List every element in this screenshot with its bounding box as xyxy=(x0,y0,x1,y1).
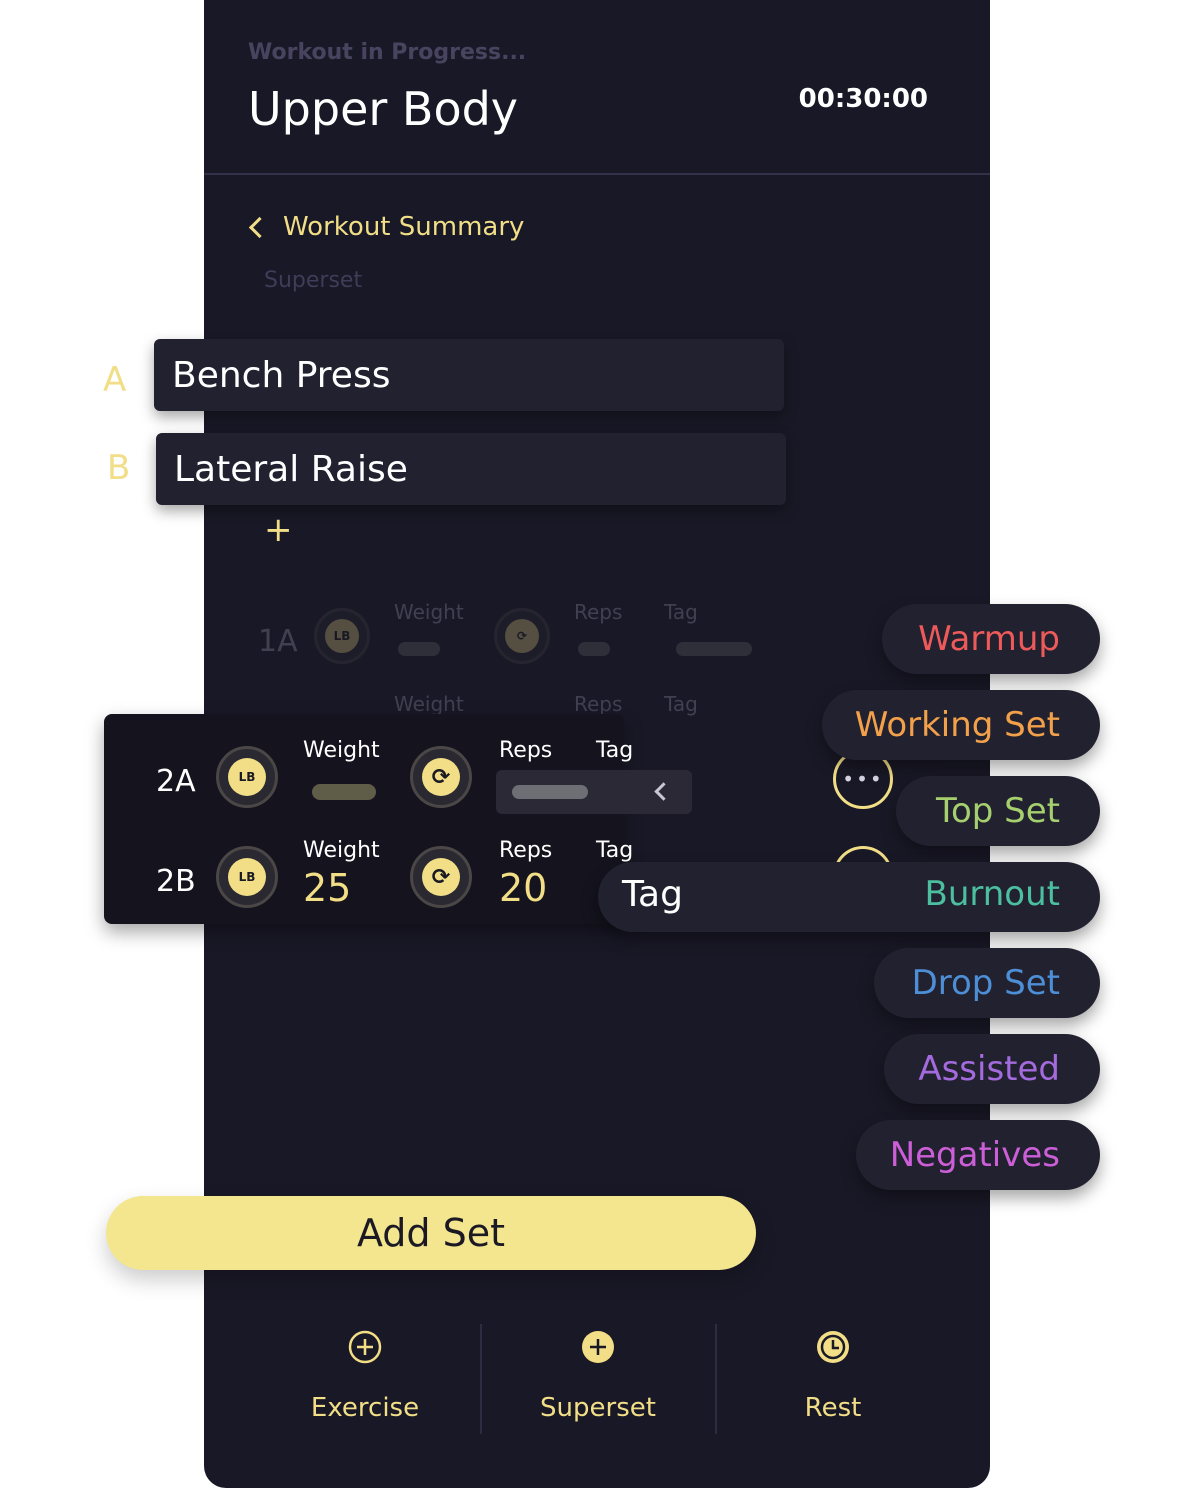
tag-label: Tag xyxy=(664,692,698,716)
chevron-left-icon xyxy=(248,216,271,238)
reps-label: Reps xyxy=(574,692,623,716)
weight-label: Weight xyxy=(303,738,380,763)
exercise-name: Lateral Raise xyxy=(174,448,408,490)
tag-option-label: Top Set xyxy=(935,791,1060,831)
weight-label: Weight xyxy=(394,600,464,624)
tag-option-burnout[interactable]: Burnout xyxy=(925,874,1061,914)
add-exercise-label: Exercise xyxy=(310,1393,420,1423)
tag-label: Tag xyxy=(596,738,634,763)
workout-title: Upper Body xyxy=(248,82,519,136)
weight-lb-icon[interactable]: LB xyxy=(216,846,278,908)
reps-value-placeholder xyxy=(578,642,610,656)
reps-label: Reps xyxy=(499,838,553,863)
workout-timer: 00:30:00 xyxy=(798,84,928,114)
header-divider xyxy=(204,173,990,175)
tag-option-label: Assisted xyxy=(918,1049,1060,1089)
set-number: 2A xyxy=(156,764,196,799)
tag-option-warmup[interactable]: Warmup xyxy=(882,604,1100,674)
add-exercise-button[interactable]: Exercise xyxy=(248,1322,482,1423)
add-exercise-plus-icon[interactable]: + xyxy=(264,513,293,547)
section-label: Superset xyxy=(264,268,363,293)
tag-placeholder xyxy=(512,785,588,799)
plus-circle-outline-icon xyxy=(348,1330,382,1364)
exercise-card-lateral-raise[interactable]: Lateral Raise xyxy=(156,433,786,505)
exercise-name: Bench Press xyxy=(172,354,391,396)
weight-label: Weight xyxy=(303,838,380,863)
reps-repeat-icon[interactable]: ⟳ xyxy=(410,846,472,908)
tag-option-label: Warmup xyxy=(918,619,1060,659)
superset-sets-card: 2A LB Weight ⟳ Reps Tag 2B LB Weight 25 … xyxy=(104,714,692,924)
reps-value[interactable]: 20 xyxy=(499,866,547,910)
add-set-button[interactable]: Add Set xyxy=(106,1196,756,1270)
set-number: 2B xyxy=(156,864,196,899)
reps-repeat-icon[interactable]: ⟳ xyxy=(410,746,472,808)
set-number: 1A xyxy=(258,624,298,659)
weight-lb-icon[interactable]: LB xyxy=(216,746,278,808)
weight-icon: LB xyxy=(314,608,370,664)
tag-option-label: Negatives xyxy=(889,1135,1060,1175)
tag-option-negatives[interactable]: Negatives xyxy=(856,1120,1100,1190)
plus-circle-filled-icon xyxy=(582,1331,614,1363)
weight-value-placeholder xyxy=(398,642,440,656)
bottom-action-bar: Exercise Superset Rest xyxy=(204,1322,990,1442)
tag-label: Tag xyxy=(596,838,634,863)
tag-bar-label: Tag xyxy=(622,874,683,915)
back-label: Workout Summary xyxy=(283,212,525,242)
reps-label: Reps xyxy=(499,738,553,763)
tag-value-placeholder xyxy=(676,642,752,656)
add-rest-button[interactable]: Rest xyxy=(716,1322,950,1423)
tag-label: Tag xyxy=(664,600,698,624)
tag-selected-bar[interactable]: Tag Burnout xyxy=(598,862,1100,932)
tag-select[interactable] xyxy=(496,770,692,814)
tag-option-top-set[interactable]: Top Set xyxy=(896,776,1100,846)
exercise-letter: A xyxy=(103,360,127,400)
tag-option-working-set[interactable]: Working Set xyxy=(822,690,1100,760)
tag-option-label: Working Set xyxy=(854,705,1060,745)
add-superset-button[interactable]: Superset xyxy=(481,1322,715,1423)
exercise-card-bench-press[interactable]: Bench Press xyxy=(154,339,784,411)
add-set-label: Add Set xyxy=(356,1211,506,1255)
tag-option-drop-set[interactable]: Drop Set xyxy=(874,948,1100,1018)
tag-option-label: Drop Set xyxy=(911,963,1060,1003)
back-to-summary-link[interactable]: Workout Summary xyxy=(248,212,524,242)
reps-label: Reps xyxy=(574,600,623,624)
reps-icon: ⟳ xyxy=(494,608,550,664)
chevron-left-icon xyxy=(654,782,673,801)
tag-option-assisted[interactable]: Assisted xyxy=(884,1034,1100,1104)
weight-input[interactable] xyxy=(312,784,376,800)
add-rest-label: Rest xyxy=(804,1393,862,1423)
workout-status: Workout in Progress... xyxy=(248,40,527,65)
clock-icon xyxy=(817,1331,849,1363)
exercise-letter: B xyxy=(107,448,131,488)
add-superset-label: Superset xyxy=(540,1393,656,1423)
weight-label: Weight xyxy=(394,692,464,716)
weight-value[interactable]: 25 xyxy=(303,866,351,910)
